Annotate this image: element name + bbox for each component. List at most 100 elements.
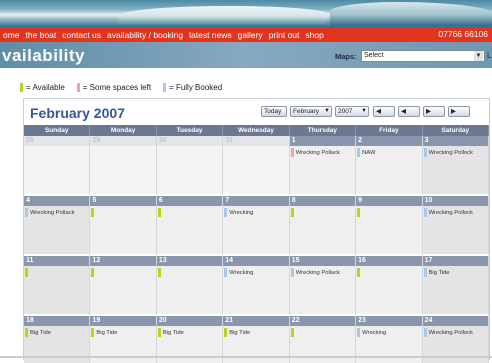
calendar-day-cell[interactable]: 31 bbox=[223, 136, 290, 196]
weekday-monday: Monday bbox=[90, 125, 157, 136]
booking-event[interactable] bbox=[157, 208, 222, 217]
booking-event[interactable] bbox=[357, 268, 421, 277]
booking-event[interactable] bbox=[290, 208, 355, 217]
calendar-day-cell[interactable]: 3 Wrecking Pollock bbox=[422, 136, 489, 196]
calendar-day-cell[interactable]: 28 bbox=[24, 136, 91, 196]
day-number: 21 bbox=[223, 316, 289, 326]
availability-status-marker bbox=[423, 148, 427, 157]
calendar-day-cell[interactable]: 30 bbox=[156, 136, 224, 196]
availability-status-marker bbox=[290, 208, 294, 217]
calendar-day-cell[interactable]: 13 bbox=[156, 256, 224, 316]
availability-status-marker bbox=[25, 328, 28, 337]
booking-event[interactable]: Wrecking Pollock bbox=[423, 328, 488, 337]
event-label: Wrecking Pollack bbox=[295, 269, 341, 276]
prev-month-button[interactable]: ◀ bbox=[398, 106, 420, 117]
day-number: 11 bbox=[24, 256, 90, 266]
booking-event[interactable] bbox=[290, 328, 355, 337]
booking-event[interactable] bbox=[91, 268, 155, 277]
day-number: 3 bbox=[422, 136, 488, 146]
chevron-down-icon: ▼ bbox=[324, 108, 330, 114]
availability-status-marker bbox=[357, 328, 361, 337]
weekday-tuesday: Tuesday bbox=[157, 125, 224, 136]
page-header-bar: vailability Maps: Select ▼ L bbox=[0, 42, 492, 68]
day-number: 18 bbox=[24, 316, 90, 326]
some-spaces-swatch bbox=[76, 83, 80, 92]
availability-status-marker bbox=[157, 268, 161, 277]
calendar-day-cell[interactable]: 8 bbox=[289, 196, 357, 256]
calendar-day-cell[interactable]: 17 Big Tide bbox=[422, 256, 489, 316]
availability-status-marker bbox=[25, 268, 28, 277]
calendar-day-cell[interactable]: 16 bbox=[356, 256, 423, 316]
availability-status-marker bbox=[423, 328, 427, 337]
nav-item-latest-news[interactable]: latest news bbox=[186, 30, 235, 40]
booking-event[interactable]: Big Tide bbox=[157, 328, 222, 337]
calendar-day-cell[interactable]: 15 Wrecking Pollack bbox=[289, 256, 357, 316]
fully-booked-swatch bbox=[163, 83, 167, 92]
chevron-down-icon: ▼ bbox=[474, 51, 483, 61]
calendar-day-cell[interactable]: 2 NAW bbox=[356, 136, 423, 196]
nav-item-shop[interactable]: shop bbox=[302, 30, 326, 40]
weekday-thursday: Thursday bbox=[290, 125, 357, 136]
nav-item-print-out[interactable]: print out bbox=[266, 30, 303, 40]
calendar-day-cell[interactable]: 5 bbox=[90, 196, 157, 256]
event-label: Wrecking Pollock bbox=[428, 149, 473, 156]
availability-status-marker bbox=[423, 268, 427, 277]
next-month-button[interactable]: ▶ bbox=[423, 106, 445, 117]
day-number: 13 bbox=[156, 256, 223, 266]
nav-item-the-boat[interactable]: the boat bbox=[23, 30, 60, 40]
wave-image bbox=[115, 6, 335, 24]
day-number: 29 bbox=[90, 136, 156, 146]
booking-event[interactable]: Wrecking Pollock bbox=[423, 148, 488, 157]
booking-event[interactable]: Wrecking Pollack bbox=[290, 148, 355, 157]
maps-select-value: Select bbox=[364, 52, 384, 59]
maps-select[interactable]: Select ▼ bbox=[361, 50, 485, 62]
year-select[interactable]: 2007 ▼ bbox=[335, 106, 369, 117]
booking-event[interactable] bbox=[157, 268, 222, 277]
calendar-day-cell[interactable]: 1 Wrecking Pollack bbox=[289, 136, 357, 196]
booking-event[interactable] bbox=[91, 208, 155, 217]
event-label: Big Tide bbox=[30, 329, 51, 336]
booking-event[interactable]: Wrecking Pollack bbox=[25, 208, 89, 217]
nav-item-gallery[interactable]: gallery bbox=[235, 30, 266, 40]
calendar-day-cell[interactable]: 29 bbox=[90, 136, 157, 196]
booking-event[interactable]: Wrecking bbox=[224, 268, 288, 277]
calendar-day-cell[interactable]: 7 Wrecking bbox=[223, 196, 290, 256]
day-number: 5 bbox=[90, 196, 156, 206]
booking-event[interactable] bbox=[357, 208, 421, 217]
availability-status-marker bbox=[157, 328, 161, 337]
nav-item-home[interactable]: ome bbox=[0, 30, 23, 40]
day-number: 28 bbox=[24, 136, 90, 146]
calendar-day-cell[interactable]: 11 bbox=[24, 256, 91, 316]
day-number: 7 bbox=[223, 196, 289, 206]
calendar-day-cell[interactable]: 4 Wrecking Pollack bbox=[24, 196, 91, 256]
arrow-left-icon: ◀ bbox=[376, 108, 381, 115]
calendar-day-cell[interactable]: 10 Wrecking Pollock bbox=[422, 196, 489, 256]
availability-status-marker bbox=[357, 268, 361, 277]
nav-item-contact-us[interactable]: contact us bbox=[59, 30, 104, 40]
booking-event[interactable]: Wrecking bbox=[357, 328, 421, 337]
booking-event[interactable]: Wrecking Pollock bbox=[423, 208, 488, 217]
day-number: 14 bbox=[223, 256, 289, 266]
calendar-grid: 28 29 30 31 1 Wrecking Pollack 2 NAW 3 Wrecking P… bbox=[24, 136, 489, 363]
booking-event[interactable]: Big Tide bbox=[25, 328, 89, 337]
booking-event[interactable] bbox=[25, 268, 89, 277]
calendar-day-cell[interactable]: 9 bbox=[356, 196, 423, 256]
calendar-day-cell[interactable]: 12 bbox=[90, 256, 157, 316]
booking-event[interactable]: Big Tide bbox=[224, 328, 288, 337]
nav-item-availability-booking[interactable]: availability / booking bbox=[104, 30, 186, 40]
booking-event[interactable]: Wrecking bbox=[224, 208, 288, 217]
booking-event[interactable]: NAW bbox=[357, 148, 421, 157]
prev-year-button[interactable]: ◀ bbox=[373, 106, 395, 117]
calendar-day-cell[interactable]: 14 Wrecking bbox=[223, 256, 290, 316]
calendar-day-cell[interactable]: 6 bbox=[156, 196, 224, 256]
day-number: 24 bbox=[422, 316, 488, 326]
next-year-button[interactable]: ▶ bbox=[448, 106, 470, 117]
booking-event[interactable]: Wrecking Pollack bbox=[290, 268, 355, 277]
month-select-value: February bbox=[293, 108, 320, 115]
chevron-down-icon: ▼ bbox=[361, 108, 367, 114]
month-select[interactable]: February ▼ bbox=[290, 106, 332, 117]
today-button[interactable]: Today bbox=[261, 106, 287, 117]
booking-event[interactable]: Big Tide bbox=[91, 328, 155, 337]
available-swatch bbox=[20, 83, 23, 92]
booking-event[interactable]: Big Tide bbox=[423, 268, 488, 277]
